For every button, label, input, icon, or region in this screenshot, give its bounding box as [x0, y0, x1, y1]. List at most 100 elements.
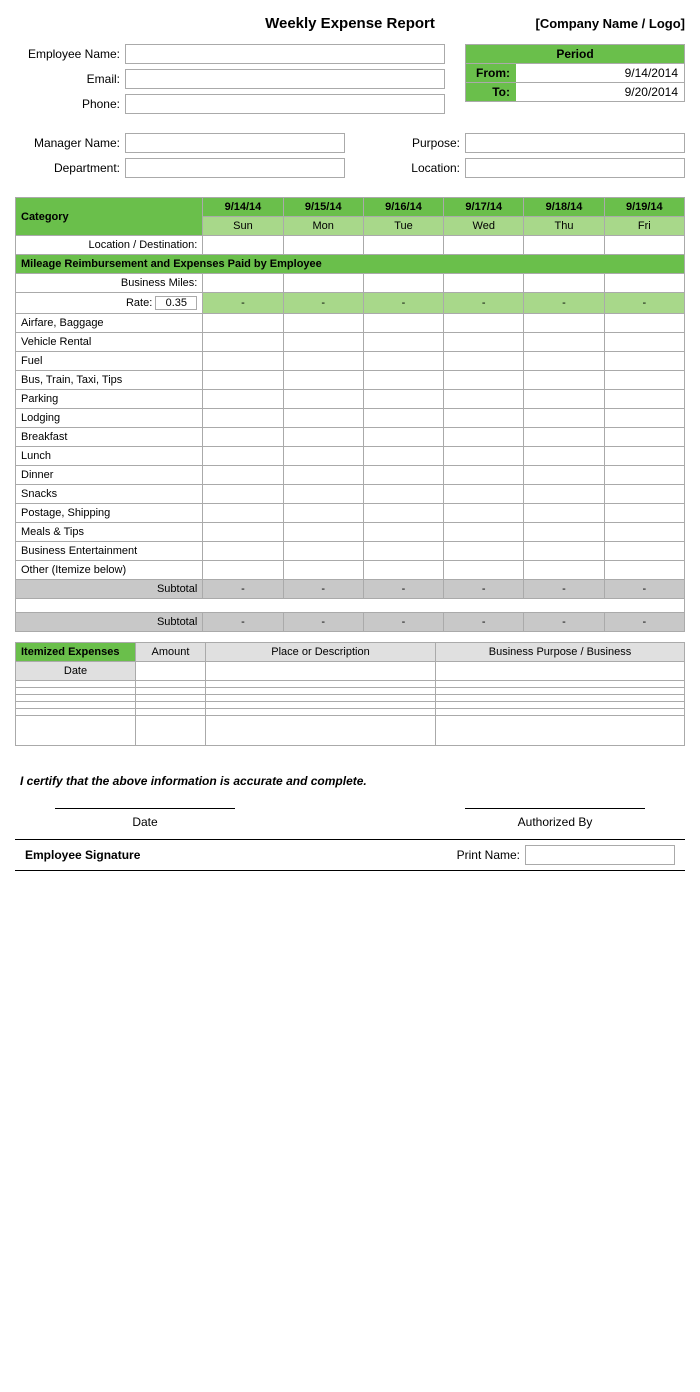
table-row: Meals & Tips — [16, 523, 685, 542]
row-label-0: Airfare, Baggage — [16, 314, 203, 333]
sub2-4: - — [524, 613, 604, 632]
miles-5[interactable] — [604, 274, 684, 293]
rate-dash-2: - — [363, 293, 443, 314]
date-sig-label: Date — [132, 815, 157, 829]
auth-label: Authorized By — [518, 815, 593, 829]
day-2-date: 9/16/14 — [363, 198, 443, 217]
expense-table: Category 9/14/14 9/15/14 9/16/14 9/17/14… — [15, 197, 685, 632]
employee-name-label: Employee Name: — [15, 47, 125, 61]
table-row: Postage, Shipping — [16, 504, 685, 523]
certification-text: I certify that the above information is … — [15, 764, 685, 798]
rate-dash-3: - — [444, 293, 524, 314]
day-3-date: 9/17/14 — [444, 198, 524, 217]
itemized-row — [16, 688, 685, 695]
itemized-row — [16, 702, 685, 709]
itemized-row — [16, 709, 685, 716]
sub2-3: - — [444, 613, 524, 632]
sub1-0: - — [203, 580, 283, 599]
row-label-1: Vehicle Rental — [16, 333, 203, 352]
dept-label: Department: — [15, 161, 125, 175]
rate-dash-1: - — [283, 293, 363, 314]
day-5-name: Fri — [604, 217, 684, 236]
rate-dash-5: - — [604, 293, 684, 314]
loc-3[interactable] — [444, 236, 524, 255]
manager-name-input[interactable] — [125, 133, 345, 153]
row-label-9: Snacks — [16, 485, 203, 504]
table-row: Parking — [16, 390, 685, 409]
table-row: Lodging — [16, 409, 685, 428]
sub2-0: - — [203, 613, 283, 632]
print-name-input[interactable] — [525, 845, 675, 865]
employee-name-input[interactable] — [125, 44, 445, 64]
from-value: 9/14/2014 — [516, 64, 684, 82]
bottom-signature-row: Employee Signature Print Name: — [15, 839, 685, 871]
location-input[interactable] — [465, 158, 685, 178]
location-dest-label: Location / Destination: — [16, 236, 203, 255]
table-row: Bus, Train, Taxi, Tips — [16, 371, 685, 390]
subtotal-row-1: Subtotal - - - - - - — [16, 580, 685, 599]
table-row: Fuel — [16, 352, 685, 371]
day-1-date: 9/15/14 — [283, 198, 363, 217]
company-name: [Company Name / Logo] — [505, 16, 685, 31]
row-label-10: Postage, Shipping — [16, 504, 203, 523]
itemized-table: Itemized Expenses Amount Place or Descri… — [15, 642, 685, 746]
sub2-2: - — [363, 613, 443, 632]
table-row: Business Entertainment — [16, 542, 685, 561]
page-title: Weekly Expense Report — [195, 15, 505, 32]
amount-col-header: Amount — [136, 643, 206, 662]
sub1-2: - — [363, 580, 443, 599]
loc-1[interactable] — [283, 236, 363, 255]
email-label: Email: — [15, 72, 125, 86]
rate-input[interactable] — [155, 296, 197, 310]
row-label-7: Lunch — [16, 447, 203, 466]
date-col-label: Date — [16, 662, 136, 681]
rate-dash-0: - — [203, 293, 283, 314]
rate-dash-4: - — [524, 293, 604, 314]
day-1-name: Mon — [283, 217, 363, 236]
table-row: Lunch — [16, 447, 685, 466]
location-label: Location: — [355, 161, 465, 175]
period-header: Period — [466, 45, 684, 63]
email-input[interactable] — [125, 69, 445, 89]
itemized-header: Itemized Expenses — [16, 643, 136, 662]
loc-2[interactable] — [363, 236, 443, 255]
day-0-name: Sun — [203, 217, 283, 236]
subtotal-label-2: Subtotal — [16, 613, 203, 632]
subtotal-row-2: Subtotal - - - - - - — [16, 613, 685, 632]
miles-4[interactable] — [524, 274, 604, 293]
row-label-3: Bus, Train, Taxi, Tips — [16, 371, 203, 390]
table-row: Dinner — [16, 466, 685, 485]
row-label-5: Lodging — [16, 409, 203, 428]
dept-input[interactable] — [125, 158, 345, 178]
table-row: Other (Itemize below) — [16, 561, 685, 580]
loc-0[interactable] — [203, 236, 283, 255]
emp-sig-label: Employee Signature — [25, 848, 140, 862]
loc-5[interactable] — [604, 236, 684, 255]
period-box: Period From: 9/14/2014 To: 9/20/2014 — [465, 44, 685, 102]
phone-label: Phone: — [15, 97, 125, 111]
subtotal-label-1: Subtotal — [16, 580, 203, 599]
day-4-date: 9/18/14 — [524, 198, 604, 217]
table-row: Snacks — [16, 485, 685, 504]
purpose-input[interactable] — [465, 133, 685, 153]
itemized-row — [16, 695, 685, 702]
loc-4[interactable] — [524, 236, 604, 255]
category-header: Category — [16, 198, 203, 236]
miles-3[interactable] — [444, 274, 524, 293]
purpose-label: Purpose: — [355, 136, 465, 150]
sub1-1: - — [283, 580, 363, 599]
miles-1[interactable] — [283, 274, 363, 293]
miles-0[interactable] — [203, 274, 283, 293]
phone-input[interactable] — [125, 94, 445, 114]
desc-col-header: Place or Description — [206, 643, 436, 662]
day-3-name: Wed — [444, 217, 524, 236]
sub1-4: - — [524, 580, 604, 599]
row-label-13: Other (Itemize below) — [16, 561, 203, 580]
miles-2[interactable] — [363, 274, 443, 293]
table-row: Vehicle Rental — [16, 333, 685, 352]
purpose-col-header: Business Purpose / Business — [436, 643, 685, 662]
sub1-3: - — [444, 580, 524, 599]
row-label-2: Fuel — [16, 352, 203, 371]
to-value: 9/20/2014 — [516, 83, 684, 101]
table-row: Airfare, Baggage — [16, 314, 685, 333]
